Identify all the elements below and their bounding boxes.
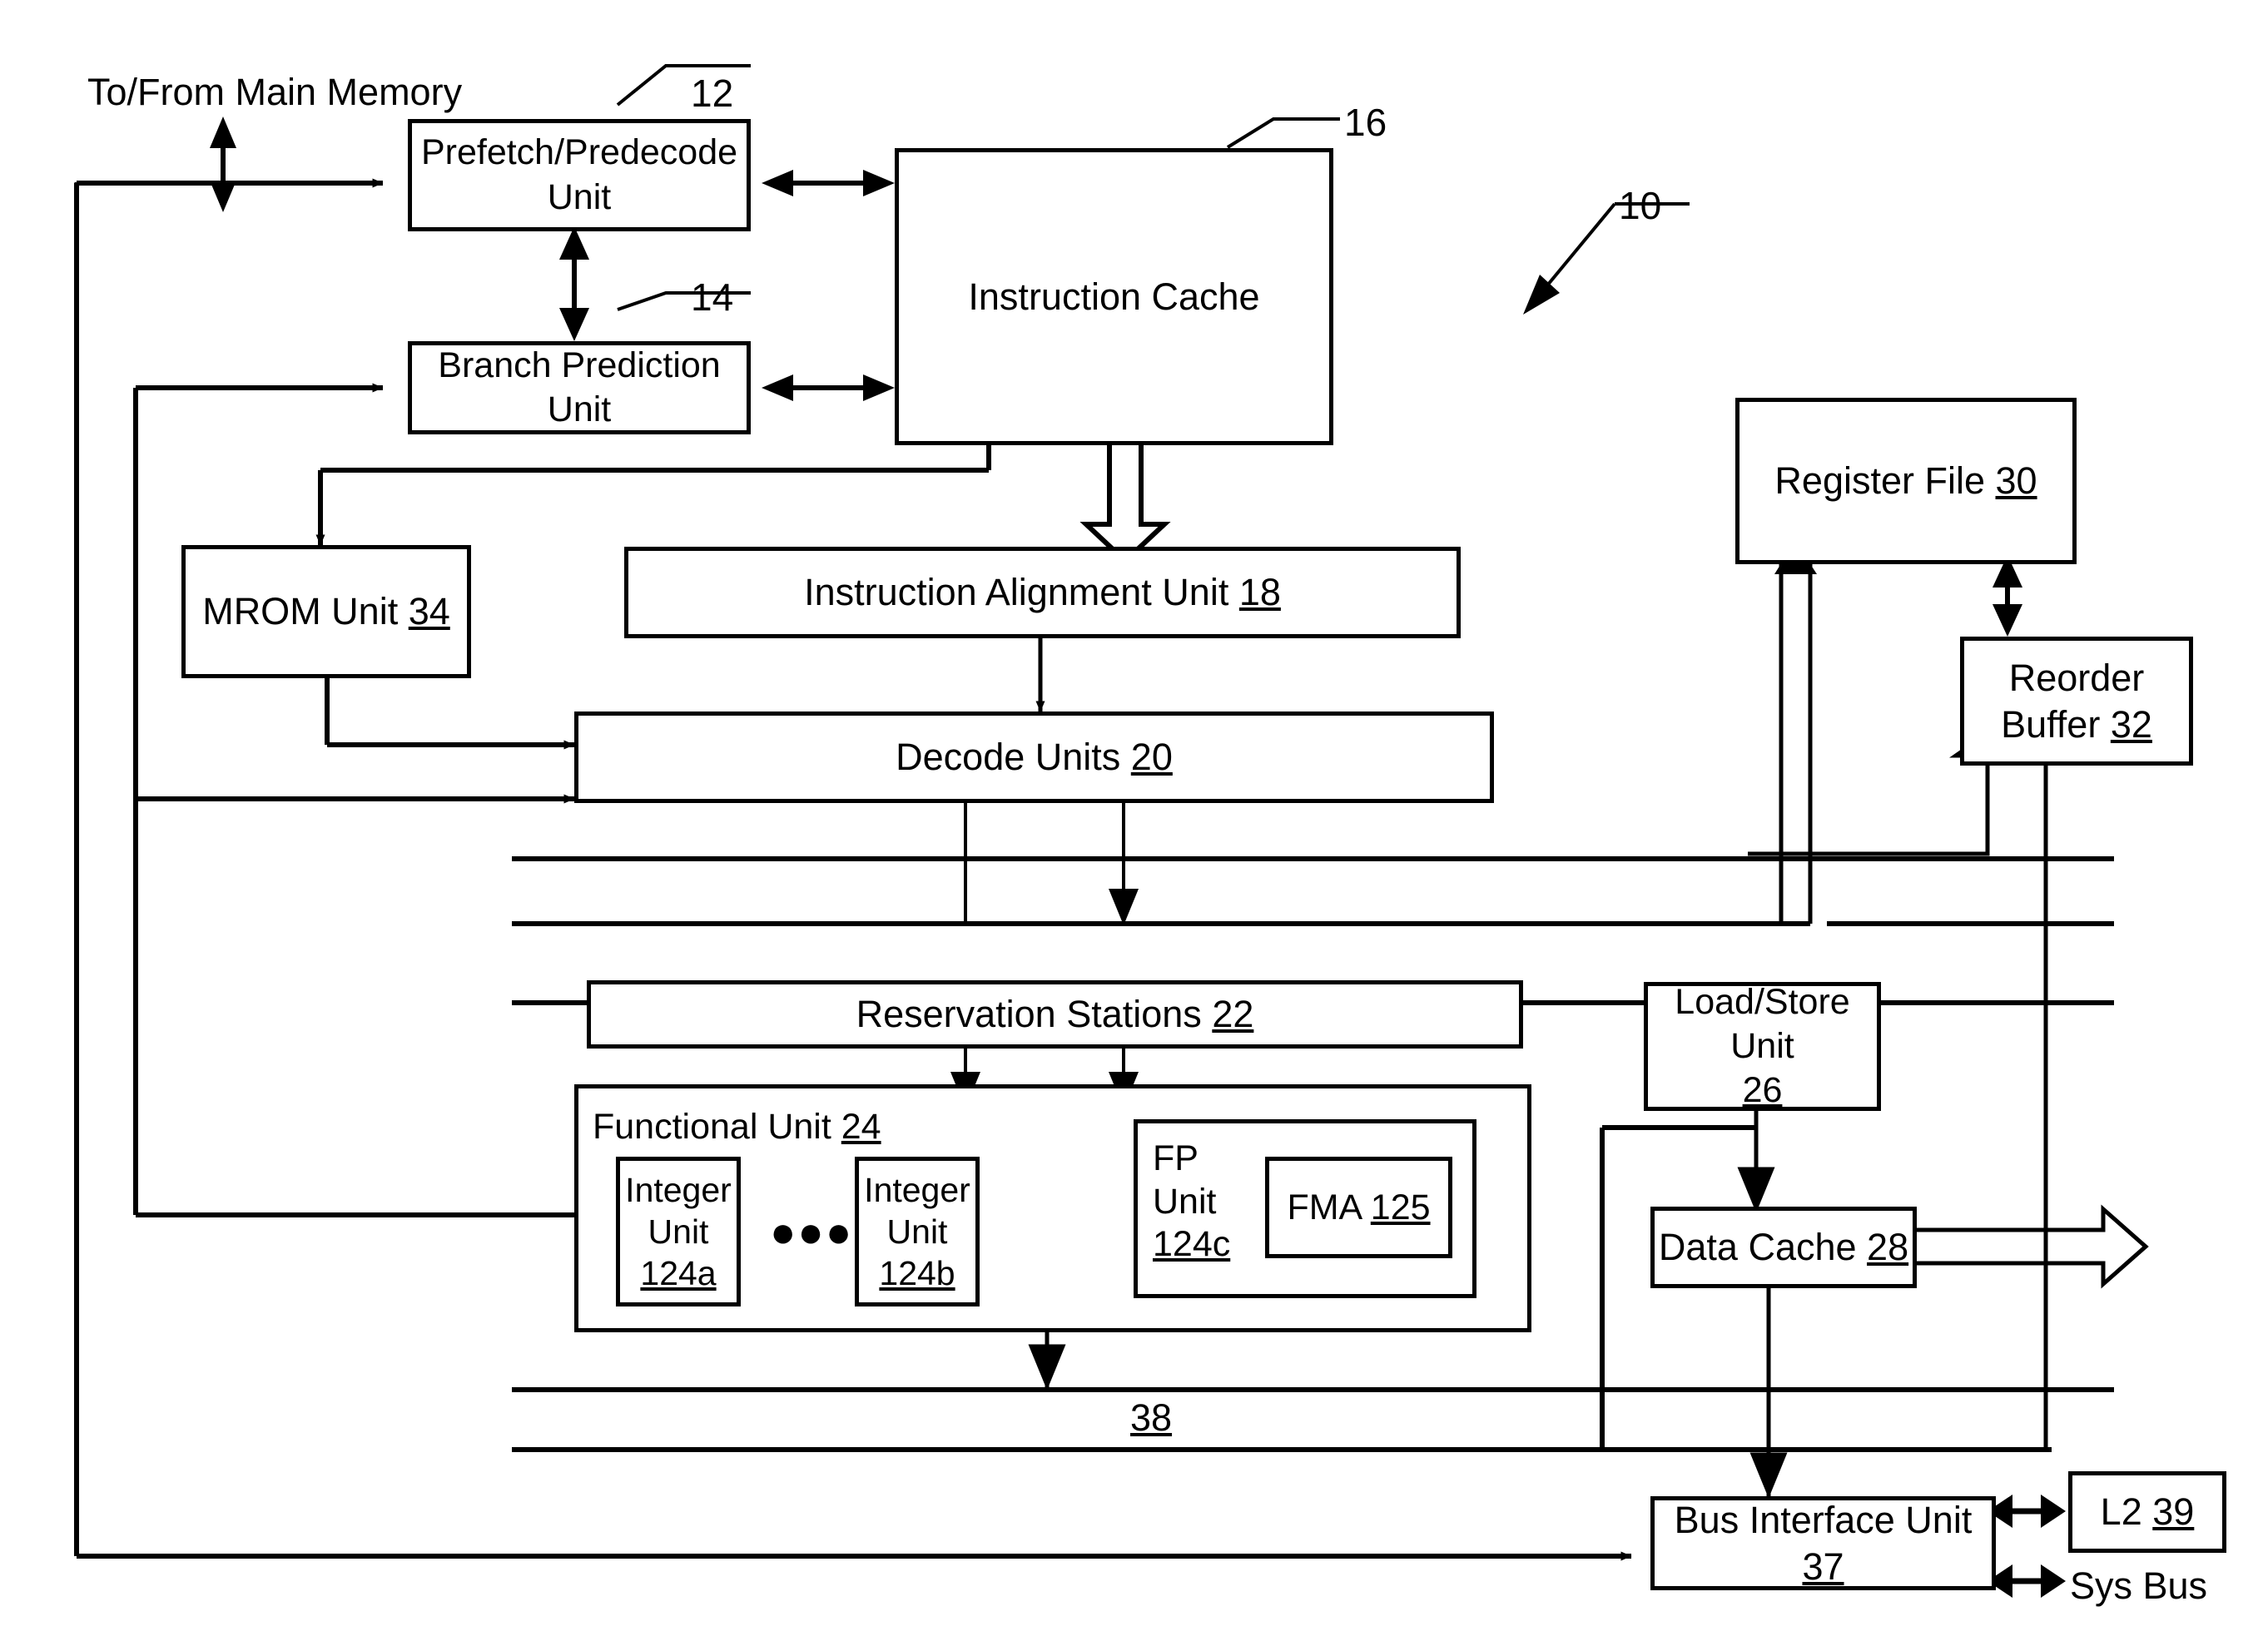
- data-cache[interactable]: Data Cache 28: [1650, 1207, 1917, 1288]
- reorder-label-line1: Reorder: [2008, 656, 2145, 699]
- integer-unit-124b[interactable]: Integer Unit 124b: [855, 1157, 980, 1306]
- funcunit-ref: 24: [841, 1107, 881, 1147]
- fma-label: FMA: [1287, 1187, 1361, 1227]
- regfile-label: Register File: [1774, 459, 1985, 503]
- l2-cache[interactable]: L2 39: [2068, 1471, 2226, 1553]
- ellipsis-icon: ●●●: [770, 1208, 854, 1257]
- resstat-ref: 22: [1212, 993, 1254, 1036]
- mrom-label: MROM Unit: [202, 590, 399, 633]
- fma-unit[interactable]: FMA 125: [1265, 1157, 1452, 1258]
- ialign-label: Instruction Alignment Unit: [804, 571, 1229, 614]
- ls-ref: 26: [1742, 1070, 1783, 1111]
- ref-14-label: 14: [691, 275, 734, 319]
- branch-prediction-unit[interactable]: Branch Prediction Unit: [408, 341, 751, 434]
- ref-16-label: 16: [1344, 101, 1387, 144]
- biu-label: Bus Interface Unit: [1674, 1498, 1973, 1541]
- mrom-unit[interactable]: MROM Unit 34: [181, 545, 471, 678]
- prefetch-label-line1: Prefetch/Predecode: [420, 132, 738, 173]
- fp-ref: 124c: [1153, 1224, 1231, 1265]
- dcache-label: Data Cache: [1658, 1226, 1857, 1269]
- ls-line1: Load/Store: [1675, 981, 1850, 1022]
- int-b-ref: 124b: [879, 1254, 955, 1292]
- regfile-ref: 30: [1995, 459, 2037, 503]
- fma-ref: 125: [1370, 1187, 1431, 1227]
- decode-ref: 20: [1130, 736, 1173, 779]
- mrom-ref: 34: [408, 590, 450, 633]
- load-store-unit[interactable]: Load/Store Unit 26: [1644, 982, 1881, 1111]
- resstat-label: Reservation Stations: [856, 993, 1202, 1036]
- ref-10-label: 10: [1619, 184, 1662, 227]
- int-b-line2: Unit: [886, 1212, 948, 1251]
- fp-line1: FP: [1153, 1138, 1199, 1178]
- instruction-cache[interactable]: Instruction Cache: [895, 148, 1333, 445]
- int-b-line1: Integer: [864, 1170, 970, 1209]
- reservation-stations[interactable]: Reservation Stations 22: [587, 980, 1523, 1049]
- to-from-main-memory-label: To/From Main Memory: [87, 71, 463, 113]
- fp-line2: Unit: [1153, 1181, 1217, 1222]
- ls-line2: Unit: [1730, 1025, 1794, 1066]
- int-a-ref: 124a: [640, 1254, 717, 1292]
- fp-unit-label-wrap: FP Unit 124c: [1153, 1138, 1230, 1267]
- prefetch-label-line2: Unit: [547, 176, 612, 217]
- bus-38-label: 38: [1130, 1396, 1173, 1439]
- dcache-ref: 28: [1867, 1226, 1909, 1269]
- functional-unit-label-wrap: Functional Unit 24: [593, 1107, 881, 1148]
- reorder-buffer[interactable]: Reorder Buffer 32: [1960, 637, 2193, 766]
- bus-interface-unit[interactable]: Bus Interface Unit 37: [1650, 1496, 1996, 1590]
- int-a-line2: Unit: [648, 1212, 709, 1251]
- register-file[interactable]: Register File 30: [1735, 398, 2077, 564]
- int-a-line1: Integer: [625, 1170, 732, 1209]
- figure-canvas: To/From Main Memory 12 14 16 10 Prefetch…: [0, 0, 2268, 1651]
- decode-units[interactable]: Decode Units 20: [574, 711, 1494, 803]
- instruction-alignment-unit[interactable]: Instruction Alignment Unit 18: [624, 547, 1461, 638]
- biu-ref: 37: [1802, 1544, 1844, 1588]
- branch-label: Branch Prediction Unit: [438, 345, 721, 429]
- ref-12-label: 12: [691, 72, 734, 115]
- l2-label: L2: [2100, 1490, 2142, 1534]
- sys-bus-label: Sys Bus: [2070, 1564, 2208, 1607]
- l2-ref: 39: [2152, 1490, 2195, 1534]
- integer-unit-124a[interactable]: Integer Unit 124a: [616, 1157, 741, 1306]
- reorder-ref: 32: [2110, 702, 2152, 746]
- funcunit-label: Functional Unit: [593, 1107, 831, 1147]
- icache-label: Instruction Cache: [968, 275, 1260, 318]
- reorder-label-line2: Buffer: [2001, 702, 2101, 746]
- decode-label: Decode Units: [896, 736, 1121, 779]
- prefetch-predecode-unit[interactable]: Prefetch/Predecode Unit: [408, 119, 751, 231]
- ialign-ref: 18: [1238, 571, 1281, 614]
